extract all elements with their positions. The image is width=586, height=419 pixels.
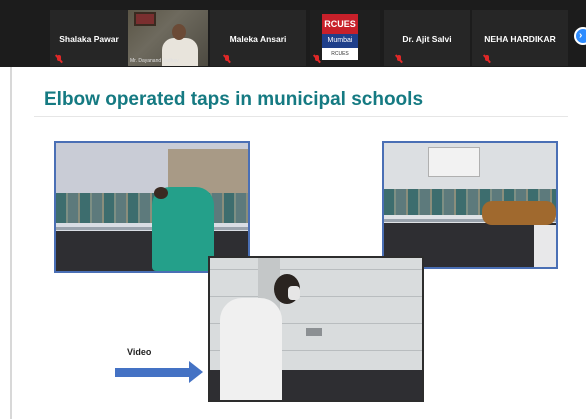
person-figure <box>482 201 556 225</box>
rcues-logo: RCUES Mumbai RCUES <box>322 14 358 60</box>
participant-name: NEHA HARDIKAR <box>484 34 556 44</box>
participant-video-tile[interactable]: Mr. Dayanand Jadhav <box>128 10 208 66</box>
arrow-head <box>189 361 203 383</box>
participant-tile[interactable]: Shalaka Pawar <box>50 10 128 66</box>
muted-mic-icon <box>482 54 491 64</box>
video-caption: Mr. Dayanand Jadhav <box>130 58 179 64</box>
person-figure <box>220 298 282 400</box>
participant-name: Maleka Ansari <box>229 34 287 44</box>
slide-title: Elbow operated taps in municipal schools <box>44 89 424 110</box>
muted-mic-icon <box>394 54 403 64</box>
person-figure <box>152 187 214 271</box>
video-thumbnail[interactable] <box>208 256 424 402</box>
participant-logo-tile[interactable]: RCUES Mumbai RCUES <box>310 10 380 66</box>
logo-caption: RCUES <box>331 51 349 57</box>
photo-boy-washing <box>382 141 558 269</box>
muted-mic-icon <box>312 54 321 64</box>
tap-fixture <box>306 328 322 336</box>
wall-poster <box>428 147 480 177</box>
arrow-right-icon <box>115 368 189 377</box>
wall-frame <box>134 12 156 26</box>
next-page-button[interactable]: › <box>574 27 586 45</box>
participant-name: Shalaka Pawar <box>59 34 119 44</box>
participant-tile[interactable]: Dr. Ajit Salvi <box>384 10 470 66</box>
participant-head <box>172 24 186 40</box>
participant-tile[interactable]: NEHA HARDIKAR <box>472 10 568 66</box>
muted-mic-icon <box>222 54 231 64</box>
participant-tile[interactable]: Maleka Ansari <box>210 10 306 66</box>
shared-slide: Elbow operated taps in municipal schools… <box>10 67 586 419</box>
photo-girl-washing <box>54 141 250 273</box>
muted-mic-icon <box>54 54 63 64</box>
video-label: Video <box>127 347 152 357</box>
participant-strip: Shalaka Pawar Mr. Dayanand Jadhav Maleka… <box>0 0 586 67</box>
participant-name: Dr. Ajit Salvi <box>402 34 452 44</box>
logo-title: RCUES <box>322 14 358 34</box>
logo-city: Mumbai <box>322 34 358 48</box>
title-divider <box>34 116 568 117</box>
